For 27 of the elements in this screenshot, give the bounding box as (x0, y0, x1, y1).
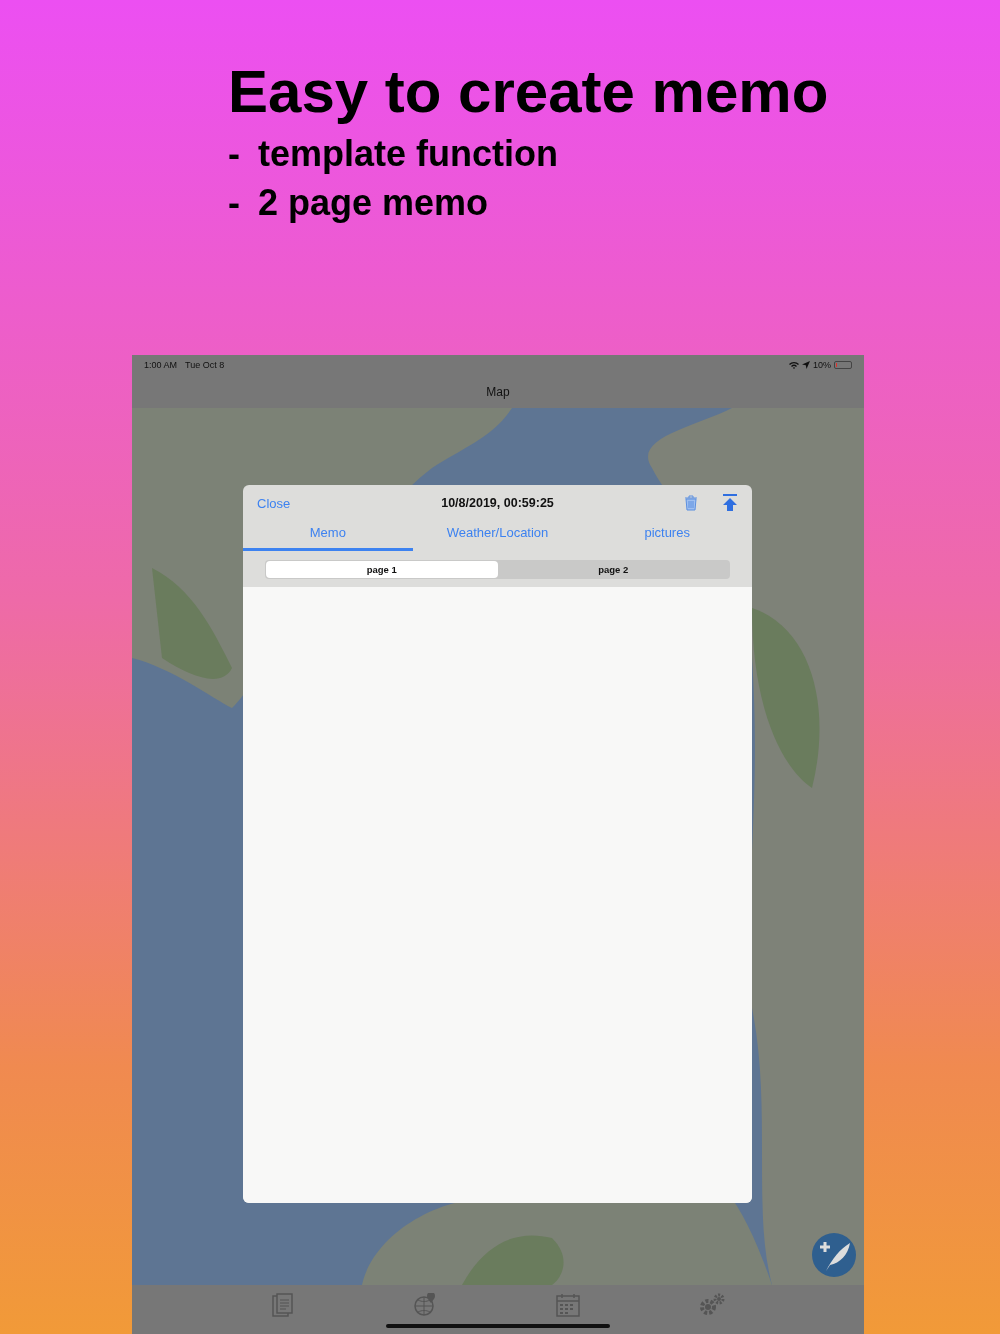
tab[interactable]: pictures (582, 521, 752, 551)
memo-timestamp: 10/8/2019, 00:59:25 (441, 496, 554, 510)
memo-text-area[interactable] (243, 587, 752, 1203)
globe-pin-icon[interactable] (412, 1293, 437, 1317)
wifi-icon (789, 361, 799, 369)
bullet-marker: - (228, 181, 240, 225)
tab[interactable]: Memo (243, 521, 413, 551)
bullet-marker: - (228, 132, 240, 176)
status-time: 1:00 AM (144, 360, 178, 370)
tab[interactable]: Weather/Location (412, 521, 583, 551)
page-segment[interactable]: page 2 (497, 561, 729, 578)
status-date: Tue Oct 8 (185, 360, 225, 370)
nav-title: Map (485, 383, 511, 401)
trash-icon[interactable] (684, 495, 698, 511)
headline: Easy to create memo (228, 57, 830, 127)
calendar-icon[interactable] (555, 1293, 580, 1317)
gears-icon[interactable] (698, 1293, 725, 1315)
bullet-text: 2 page memo (258, 181, 489, 225)
battery-percent: 10% (813, 360, 831, 370)
page-segment[interactable]: page 1 (266, 561, 498, 578)
close-button[interactable]: Close (257, 495, 291, 511)
upload-to-top-icon[interactable] (722, 494, 738, 512)
document-icon[interactable] (271, 1293, 294, 1317)
bullet-text: template function (258, 132, 558, 176)
compose-button[interactable] (812, 1233, 856, 1277)
battery-icon (834, 361, 852, 369)
location-arrow-icon (802, 361, 810, 369)
